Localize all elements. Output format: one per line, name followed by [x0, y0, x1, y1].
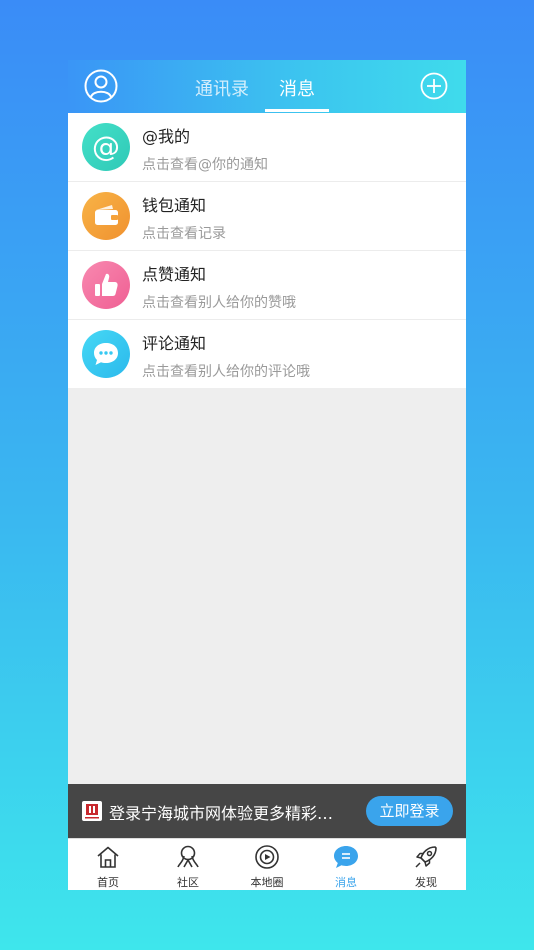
comment-icon: [94, 343, 118, 365]
bottom-tab-bar: 首页 社区 本地圈 消息 发现: [68, 838, 466, 890]
item-subtitle: 点击查看别人给你的评论哦: [142, 364, 310, 380]
login-prompt-bar: 登录宁海城市网体验更多精彩… 立即登录: [68, 784, 466, 838]
tabbar-item-local-circle[interactable]: 本地圈: [227, 839, 307, 890]
header-tabs: 通讯录 消息: [68, 60, 466, 113]
tabbar-label: 发现: [415, 876, 437, 889]
list-item-mentions[interactable]: @ @我的 点击查看@你的通知: [68, 113, 466, 182]
tabbar-label: 本地圈: [250, 876, 284, 889]
message-list: @ @我的 点击查看@你的通知 钱包通知 点击查看记录 点赞通知 点击查看别人给…: [68, 113, 466, 388]
login-now-button[interactable]: 立即登录: [366, 796, 453, 826]
tabbar-item-community[interactable]: 社区: [148, 839, 228, 890]
at-icon: @: [92, 130, 120, 163]
tabbar-item-discover[interactable]: 发现: [386, 839, 466, 890]
logo-icon: [85, 804, 99, 819]
wallet-avatar: [82, 192, 130, 240]
wallet-icon: [95, 205, 118, 225]
list-item-wallet[interactable]: 钱包通知 点击查看记录: [68, 182, 466, 251]
comments-avatar: [82, 330, 130, 378]
active-tab-indicator: [265, 109, 329, 112]
item-subtitle: 点击查看记录: [142, 226, 226, 242]
add-button[interactable]: [420, 72, 448, 100]
top-header: 通讯录 消息: [68, 60, 466, 113]
mention-avatar: @: [82, 123, 130, 171]
item-subtitle: 点击查看@你的通知: [142, 157, 268, 173]
tab-contacts[interactable]: 通讯录: [195, 75, 249, 101]
tabbar-item-messages[interactable]: 消息: [306, 839, 386, 890]
login-prompt-text: 登录宁海城市网体验更多精彩…: [109, 804, 334, 823]
plus-circle-icon: [420, 72, 448, 100]
tabbar-label: 消息: [335, 876, 357, 889]
item-subtitle: 点击查看别人给你的赞哦: [142, 295, 296, 311]
item-title: @我的: [142, 127, 191, 146]
list-item-likes[interactable]: 点赞通知 点击查看别人给你的赞哦: [68, 251, 466, 320]
thumbs-up-icon: [95, 273, 118, 296]
tab-messages[interactable]: 消息: [279, 75, 315, 101]
message-icon: [334, 846, 358, 868]
phone-screen: 通讯录 消息 @ @我的 点击查看@你的通知 钱包通知 点击查看记录 点赞通知 …: [68, 60, 466, 890]
item-title: 点赞通知: [142, 265, 207, 284]
tabbar-label: 首页: [97, 876, 119, 889]
likes-avatar: [82, 261, 130, 309]
list-item-comments[interactable]: 评论通知 点击查看别人给你的评论哦: [68, 320, 466, 388]
rocket-icon: [415, 846, 437, 868]
tabbar-label: 社区: [177, 876, 199, 889]
tabbar-item-home[interactable]: 首页: [68, 839, 148, 890]
local-circle-icon: [255, 845, 279, 869]
svg-text:@: @: [92, 130, 120, 163]
community-icon: [177, 845, 199, 868]
home-icon: [97, 846, 119, 868]
item-title: 钱包通知: [142, 196, 207, 215]
site-logo: [82, 801, 102, 821]
item-title: 评论通知: [142, 334, 207, 353]
